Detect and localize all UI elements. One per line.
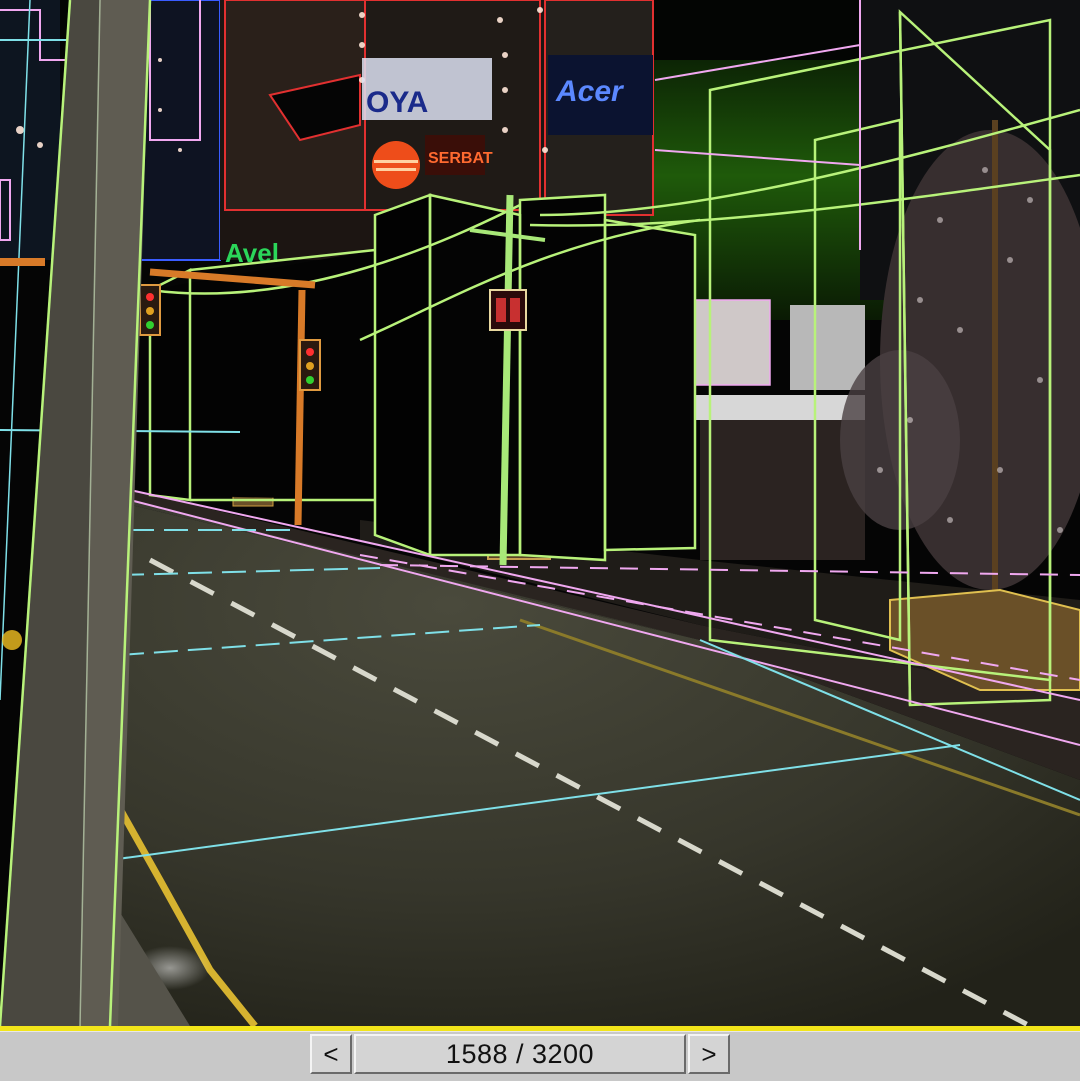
billboard-oya-text: OYA	[366, 86, 428, 119]
time-slider-bar: < 1588 / 3200 >	[0, 1031, 1080, 1081]
scene-render: Acer OYA SERBAT Avel	[0, 0, 1080, 1026]
building-distant-pink	[694, 299, 771, 386]
previous-frame-button[interactable]: <	[310, 1034, 352, 1074]
perspective-viewport[interactable]: Acer OYA SERBAT Avel	[0, 0, 1080, 1026]
time-slider-thumb[interactable]: 1588 / 3200	[354, 1034, 686, 1074]
wall-white	[695, 395, 865, 420]
building-distant-grey	[790, 305, 865, 390]
frame-counter: 1588 / 3200	[445, 1038, 595, 1069]
chevron-left-icon: <	[323, 1038, 339, 1069]
billboard-acer-text: Acer	[555, 75, 625, 108]
building-blue-outline	[139, 0, 221, 261]
next-frame-button[interactable]: >	[688, 1034, 730, 1074]
billboard-serbat-text: SERBAT	[428, 150, 493, 167]
chevron-right-icon: >	[701, 1038, 717, 1069]
